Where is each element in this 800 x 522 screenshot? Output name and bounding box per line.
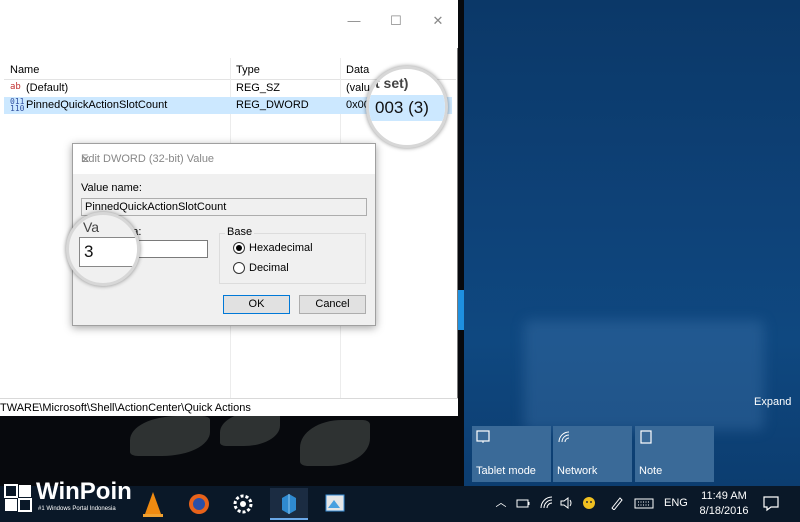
note-icon [640,430,652,444]
taskbar-settings[interactable] [224,488,262,520]
registry-editor-icon [282,494,296,514]
column-header-name[interactable]: Name [10,64,39,76]
paint-icon [325,494,345,512]
taskbar-paint[interactable] [316,488,354,520]
winpoin-watermark: WinPoin #1 Windows Portal Indonesia [0,478,150,522]
string-value-icon: ab [10,82,21,92]
wallpaper-leaf [300,420,370,466]
input-language[interactable]: ENG [664,497,688,509]
zoom-text-top: t set) [375,75,409,91]
zoom-value-text: 3 [84,242,94,261]
emoji-icon[interactable] [582,496,596,510]
taskbar-vlc[interactable] [134,488,172,520]
gear-icon [233,494,253,514]
clock[interactable]: 11:49 AM 8/18/2016 [692,489,756,519]
taskbar-registry-editor[interactable] [270,488,308,520]
watermark-tagline: #1 Windows Portal Indonesia [38,506,116,512]
ok-button[interactable]: OK [223,295,290,314]
wallpaper-leaf [130,416,210,456]
zoom-label-text: Va [83,219,100,235]
value-name: PinnedQuickActionSlotCount [26,99,168,111]
minimize-button[interactable]: — [346,14,362,28]
quick-action-note[interactable]: Note [635,426,714,482]
network-icon [558,431,570,443]
value-type: REG_DWORD [236,99,309,111]
action-center-panel: Expand [464,0,800,486]
zoom-magnifier-data: t set) 003 (3) [366,66,448,148]
show-hidden-icons-chevron-icon[interactable]: ︿ [494,496,508,510]
column-header-data[interactable]: Data [346,64,369,76]
quick-action-network[interactable]: Network [553,426,632,482]
value-type: REG_SZ [236,82,281,94]
clock-time: 11:49 AM [701,490,747,502]
notification-blur [524,320,764,430]
value-data: (valu [346,82,370,94]
cancel-button[interactable]: Cancel [299,295,366,314]
vlc-cone-icon [143,492,163,517]
tablet-mode-icon [476,430,490,443]
expand-link[interactable]: Expand [754,396,791,408]
hexadecimal-label[interactable]: Hexadecimal [249,242,313,254]
decimal-label[interactable]: Decimal [249,262,289,274]
action-center-notification-icon[interactable] [762,494,780,512]
value-name-label: Value name: [81,182,142,194]
wallpaper-leaf [220,412,280,446]
battery-icon[interactable] [516,496,530,510]
zoom-magnifier-value: Va 3 [66,212,140,286]
zoom-input-box: 3 [79,237,137,267]
watermark-brand: WinPoin [36,478,132,505]
quick-action-tablet-mode[interactable]: Tablet mode [472,426,551,482]
windows-logo-icon [4,484,32,512]
maximize-button[interactable]: ☐ [388,14,404,28]
value-name: (Default) [26,82,69,94]
tile-label: Tablet mode [476,465,536,477]
binary-value-icon: 011 110 [10,97,25,113]
dialog-close-button[interactable]: ✕ [81,153,365,166]
clock-date: 8/18/2016 [699,505,749,517]
status-path: TWARE\Microsoft\Shell\ActionCenter\Quick… [0,402,251,414]
decimal-radio[interactable] [233,262,245,274]
base-label: Base [225,226,255,238]
status-bar: TWARE\Microsoft\Shell\ActionCenter\Quick… [0,398,458,416]
volume-icon[interactable] [560,496,574,510]
tile-label: Note [639,465,663,477]
window-titlebar: — ☐ ✕ [0,0,458,48]
tile-label: Network [557,465,598,477]
taskbar-firefox[interactable] [180,488,218,520]
base-groupbox [219,233,366,284]
wifi-icon[interactable] [540,496,554,510]
close-button[interactable]: ✕ [430,14,446,28]
keyboard-icon[interactable] [634,496,654,510]
pen-icon[interactable] [610,496,624,510]
dialog-titlebar: Edit DWORD (32-bit) Value ✕ [73,144,375,174]
value-name-field[interactable]: PinnedQuickActionSlotCount [81,198,367,216]
firefox-icon [189,494,209,514]
zoom-text-value: 003 (3) [375,98,429,117]
hexadecimal-radio[interactable] [233,242,245,254]
column-header-type[interactable]: Type [236,64,260,76]
